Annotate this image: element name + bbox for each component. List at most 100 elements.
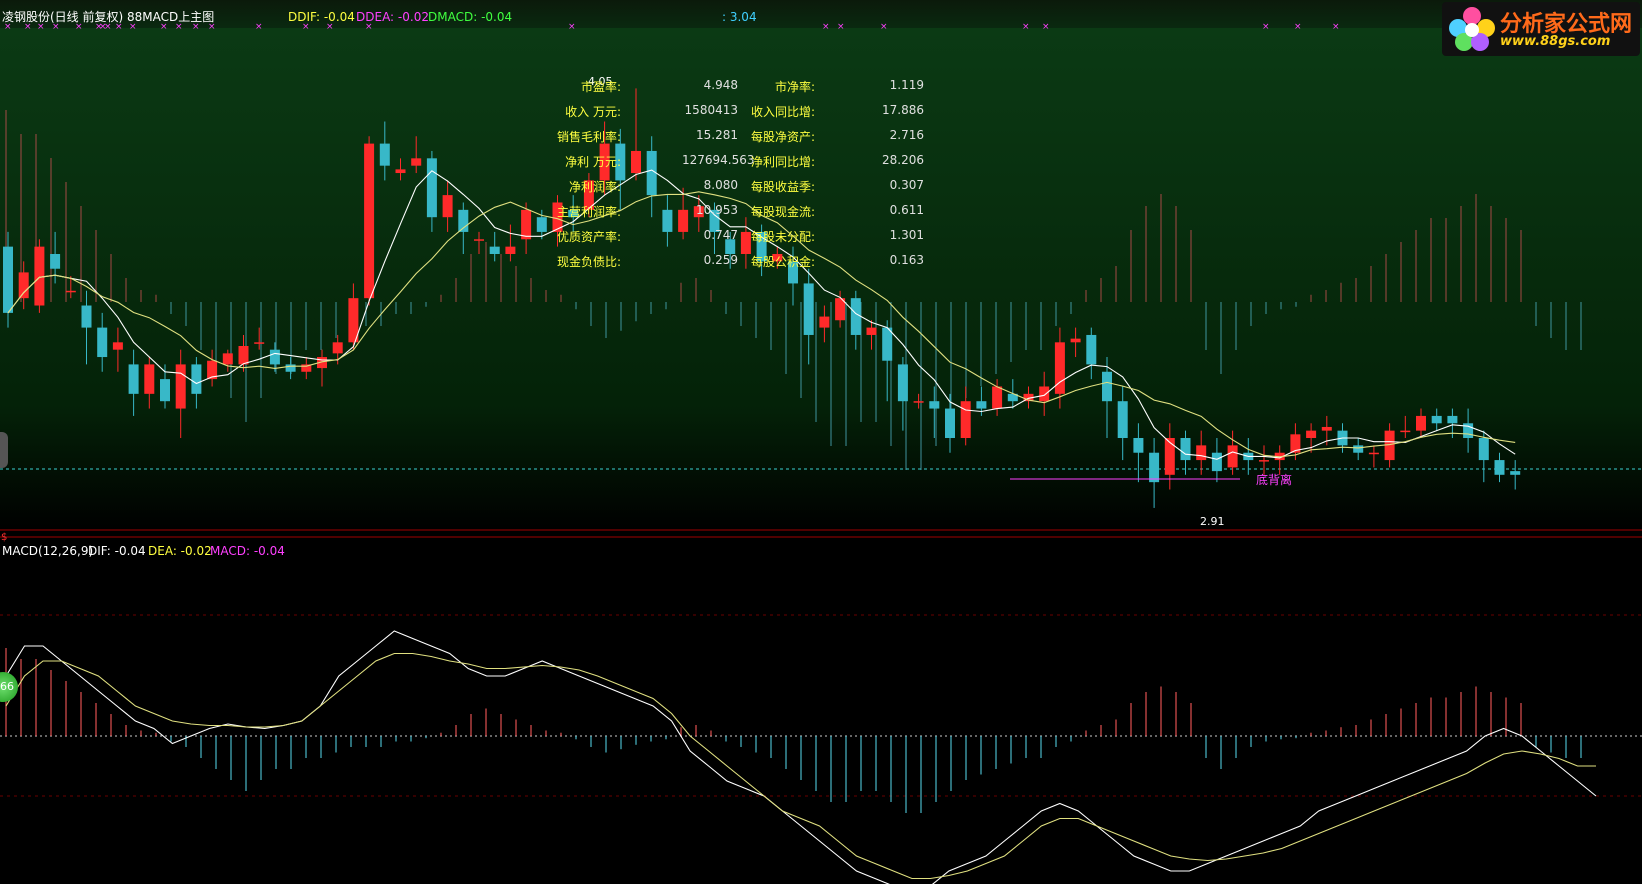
candle-body [128,364,139,394]
signal-marker: × [1262,22,1270,32]
fin-label: 收入同比增: [750,105,815,119]
fin-label: 市盈率: [580,80,621,94]
candle-body [1227,445,1238,468]
candle-body [882,327,893,361]
candle-body [819,316,830,328]
macd-histogram [5,648,1582,813]
macd-title: MACD(12,26,9) [2,544,94,558]
fin-value: 1.301 [889,228,924,242]
main-panel-background [0,28,1642,530]
fin-value: 17.886 [882,103,924,117]
fin-label: 现金负债比: [556,255,621,269]
fin-label: 每股公积金: [750,255,815,269]
candle-body [18,272,29,299]
signal-marker: × [1294,22,1302,32]
candle-body [1368,452,1379,455]
candle-body [1306,430,1317,438]
main-price-chart[interactable]: ×××××××××××××××××××××××××××× 底背离 4.05 2.… [0,0,1642,884]
candle-body [960,401,971,438]
fin-value: 0.163 [889,253,924,267]
candle-body [1102,371,1112,402]
divergence-label: 底背离 [1256,472,1292,487]
candle-body [1054,342,1065,394]
candle-body [160,379,170,402]
candle-body [631,150,641,174]
panel-collapse-handle[interactable] [0,432,8,468]
fin-label: 主营利润率: [556,205,621,219]
site-logo[interactable]: 分析家公式网 www.88gs.com [1442,2,1640,56]
candle-body [144,364,155,394]
candle-body [1211,452,1222,472]
candle-body [803,283,814,335]
macd-macd-readout: MACD: -0.04 [210,544,285,558]
macd-dif-readout: DIF: -0.04 [88,544,146,558]
candle-body [929,401,940,409]
candle-body [1431,415,1442,424]
logo-url: www.88gs.com [1500,34,1611,49]
candle-body [1447,415,1458,424]
fin-label: 净利 万元: [565,155,621,169]
candle-body [112,342,123,350]
candle-body [1164,438,1175,475]
candle-body [411,158,422,166]
fin-label: 净利同比增: [750,155,815,169]
signal-marker: × [822,22,830,32]
candle-body [945,408,955,438]
ddea-readout: DDEA: -0.02 [356,10,429,24]
candle-body [1510,471,1521,475]
candle-body [175,364,186,409]
candle-body [1133,438,1144,453]
dollar-marker: $ [1,532,7,543]
candle-body [913,401,924,403]
candle-body [97,327,108,358]
candle-body [379,143,390,166]
candle-body [1494,460,1505,475]
candle-body [81,305,92,328]
candle-body [850,298,861,335]
signal-marker: × [1332,22,1340,32]
candle-body [1321,426,1332,431]
candle-body [662,209,673,232]
candle-body [505,246,516,254]
fin-value: 0.307 [889,178,924,192]
extra-readout: : 3.04 [722,10,757,24]
macd-dea-readout: DEA: -0.02 [148,544,212,558]
candle-body [489,246,500,254]
candle-body [34,246,45,306]
signal-marker: × [880,22,888,32]
candle-body [332,342,343,354]
main-title: 凌钢股份(日线 前复权) 88MACD上主图 [2,10,215,24]
candle-body [1149,452,1160,483]
candle-body [976,401,987,409]
low-price-label: 2.91 [1200,515,1225,528]
candle-body [364,143,375,299]
candle-body [1478,438,1489,461]
fin-label: 每股未分配: [750,230,815,244]
candle-body [992,386,1003,409]
candle-body [442,195,453,218]
candle-body [191,364,202,394]
candle-body [269,349,280,365]
signal-marker: × [1022,22,1030,32]
signal-marker: × [255,22,263,32]
candle-body [1196,445,1207,461]
candle-body [474,239,484,241]
signal-marker: × [1042,22,1050,32]
candle-body [1117,401,1128,438]
candle-body [65,290,76,293]
candle-body [1086,334,1097,365]
fin-label: 优质资产率: [556,230,621,244]
candle-body [1180,438,1191,461]
fin-label: 收入 万元: [565,105,621,119]
flower-logo-icon [1449,7,1495,51]
candle-body [1259,460,1269,462]
ddif-readout: DDIF: -0.04 [288,10,355,24]
fin-value: 2.716 [889,128,924,142]
candle-body [285,364,296,372]
fin-label: 净利润率: [568,180,621,194]
candle-body [238,346,249,365]
candle-body [1070,338,1081,343]
signal-marker: × [837,22,845,32]
dmacd-readout: DMACD: -0.04 [428,10,513,24]
stock-chart-app: ×××××××××××××××××××××××××××× 底背离 4.05 2.… [0,0,1642,884]
